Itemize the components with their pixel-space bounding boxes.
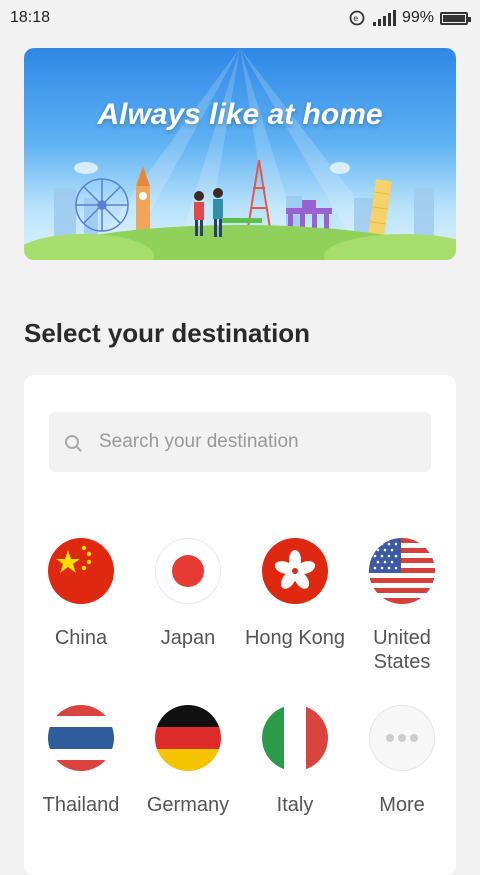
destination-united-states[interactable]: United States [347,538,457,674]
status-time: 18:18 [10,9,51,26]
status-bar: 18:18 e 99% [0,0,480,36]
search-icon [65,435,79,449]
destination-label: Japan [160,627,216,649]
italy-flag-icon [262,705,328,771]
thailand-flag-icon [48,705,114,771]
destination-label: United States [373,627,431,673]
destination-card: China Japan Hong Kong [24,375,456,875]
destination-label: Hong Kong [244,627,346,649]
banner-title: Always like at home [97,98,383,131]
destination-japan[interactable]: Japan [133,538,243,650]
search-box[interactable] [49,412,431,472]
hd-call-icon: e [349,10,365,26]
china-flag-icon [48,538,114,604]
destination-label: China [54,627,108,649]
battery-percent: 99% [401,9,434,26]
battery-icon [440,11,471,25]
promo-banner[interactable]: Always like at home [24,48,456,260]
destination-china[interactable]: China [26,538,136,650]
destination-label: Italy [276,794,314,816]
destination-label: Germany [146,794,230,816]
destination-hong-kong[interactable]: Hong Kong [240,538,350,650]
destination-more[interactable]: More [347,705,457,817]
japan-flag-icon [155,538,221,604]
banner-illustration [24,48,456,260]
destination-germany[interactable]: Germany [133,705,243,817]
svg-text:e: e [353,14,358,23]
destination-label: More [379,794,425,816]
ferris-wheel-icon [75,178,129,232]
germany-flag-icon [155,705,221,771]
destination-italy[interactable]: Italy [240,705,350,817]
status-icons: e 99% [349,9,471,27]
destination-thailand[interactable]: Thailand [26,705,136,817]
hong-kong-flag-icon [262,538,328,604]
section-title: Select your destination [24,318,311,348]
more-icon [369,705,435,771]
destination-label: Thailand [42,794,120,816]
signal-icon [372,10,396,26]
us-flag-icon [369,538,435,604]
search-input[interactable] [97,430,401,454]
